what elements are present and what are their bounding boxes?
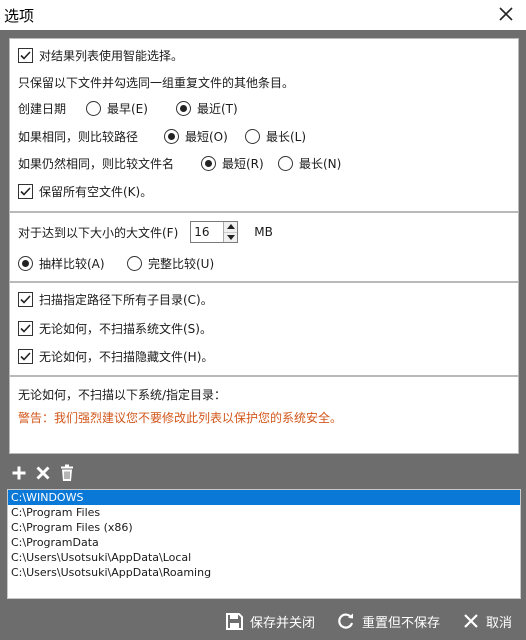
check-icon [20,294,31,304]
compare-mode-row: 抽样比较(A) 完整比较(U) [18,253,214,273]
compare-path-row: 如果相同，则比较路径 最短(O) 最长(L) [18,126,306,146]
cancel-icon [464,614,478,628]
arrow-down-icon [226,234,235,240]
large-file-section: 对于达到以下大小的大文件(F) 16 MB 抽样比较(A) 完整比较(U) [9,212,519,282]
trash-icon[interactable] [57,463,77,483]
list-item[interactable]: C:\ProgramData [8,535,520,550]
x-icon[interactable] [33,463,53,483]
smart-select-option[interactable]: 对结果列表使用智能选择。 [18,45,183,65]
name-shortest-label[interactable]: 最短(R) [222,155,278,172]
exclude-title-row: 无论如何，不扫描以下系统/指定目录： [18,384,226,404]
path-shortest-label[interactable]: 最短(O) [185,128,245,145]
radio-latest[interactable] [176,100,191,116]
title-bar: 选项 [0,0,526,30]
latest-label[interactable]: 最近(T) [197,100,238,117]
large-file-row: 对于达到以下大小的大文件(F) 16 MB [18,221,273,243]
earliest-label[interactable]: 最早(E) [107,100,176,117]
check-icon [20,351,31,361]
smart-select-label: 对结果列表使用智能选择。 [39,48,184,63]
exclude-title: 无论如何，不扫描以下系统/指定目录： [18,387,227,402]
arrow-up-icon [226,224,235,230]
keep-empty-option[interactable]: 保留所有空文件(K)。 [18,181,152,201]
keep-empty-checkbox[interactable] [18,183,33,199]
scan-subdirs-label: 扫描指定路径下所有子目录(C)。 [39,292,213,307]
description-row: 只保留以下文件并勾选同一组重复文件的其他条目。 [18,72,294,92]
keep-empty-label: 保留所有空文件(K)。 [39,184,153,199]
list-item[interactable]: C:\Users\Usotsuki\AppData\Local [8,550,520,565]
scan-subdirs-option[interactable]: 扫描指定路径下所有子目录(C)。 [18,289,213,309]
size-unit: MB [254,225,273,239]
save-close-button[interactable]: 保存并关闭 [226,611,315,631]
large-file-label: 对于达到以下大小的大文件(F) [18,225,179,240]
radio-sample-compare[interactable] [18,255,33,271]
skip-system-option[interactable]: 无论如何，不扫描系统文件(S)。 [18,318,212,338]
compare-name-label: 如果仍然相同，则比较文件名 [18,156,175,171]
save-icon [226,612,243,630]
scan-options-section: 扫描指定路径下所有子目录(C)。 无论如何，不扫描系统文件(S)。 无论如何，不… [9,282,519,376]
warning-row: 警告：我们强烈建议您不要修改此列表以保护您的系统安全。 [18,407,342,427]
cancel-label: 取消 [486,615,513,631]
radio-name-shortest[interactable] [201,155,216,171]
exclude-section: 无论如何，不扫描以下系统/指定目录： 警告：我们强烈建议您不要修改此列表以保护您… [9,376,519,454]
full-compare-label[interactable]: 完整比较(U) [148,255,214,272]
radio-earliest[interactable] [86,100,101,116]
stepper-up-button[interactable] [224,222,238,232]
cancel-button[interactable]: 取消 [463,611,512,631]
stepper-down-button[interactable] [224,231,238,242]
excluded-dirs-list[interactable]: C:\WINDOWS C:\Program Files C:\Program F… [7,489,521,599]
path-longest-label[interactable]: 最长(L) [266,128,306,145]
size-value[interactable]: 16 [191,222,223,242]
radio-name-longest[interactable] [278,155,293,171]
sample-compare-label[interactable]: 抽样比较(A) [39,255,127,272]
window-title: 选项 [4,7,35,25]
radio-path-longest[interactable] [245,128,260,144]
skip-system-label: 无论如何，不扫描系统文件(S)。 [39,321,212,336]
radio-full-compare[interactable] [127,255,142,271]
list-item[interactable]: C:\WINDOWS [8,490,520,505]
list-item[interactable]: C:\Program Files (x86) [8,520,520,535]
plus-icon[interactable] [9,463,29,483]
skip-system-checkbox[interactable] [18,320,33,336]
refresh-icon [338,613,354,629]
create-date-row: 创建日期 最早(E) 最近(T) [18,98,238,118]
smart-select-section: 对结果列表使用智能选择。 只保留以下文件并勾选同一组重复文件的其他条目。 创建日… [9,38,519,212]
list-item[interactable]: C:\Users\Usotsuki\AppData\Roaming [8,565,520,580]
warning-text: 警告：我们强烈建议您不要修改此列表以保护您的系统安全。 [18,410,343,425]
check-icon [20,50,31,60]
save-close-label: 保存并关闭 [250,615,316,631]
skip-hidden-label: 无论如何，不扫描隐藏文件(H)。 [39,349,214,364]
skip-hidden-option[interactable]: 无论如何，不扫描隐藏文件(H)。 [18,346,213,366]
size-stepper[interactable]: 16 [190,221,239,243]
smart-select-description: 只保留以下文件并勾选同一组重复文件的其他条目。 [18,75,295,90]
reset-button[interactable]: 重置但不保存 [337,611,440,631]
close-icon[interactable] [496,4,516,24]
create-date-label: 创建日期 [18,101,67,116]
name-longest-label[interactable]: 最长(N) [299,155,341,172]
scan-subdirs-checkbox[interactable] [18,291,33,307]
check-icon [20,323,31,333]
skip-hidden-checkbox[interactable] [18,348,33,364]
list-toolbar [9,463,81,483]
smart-select-checkbox[interactable] [18,47,33,63]
compare-name-row: 如果仍然相同，则比较文件名 最短(R) 最长(N) [18,153,341,173]
compare-path-label: 如果相同，则比较路径 [18,129,139,144]
check-icon [20,186,31,196]
reset-label: 重置但不保存 [362,615,441,631]
radio-path-shortest[interactable] [164,128,179,144]
list-item[interactable]: C:\Program Files [8,505,520,520]
